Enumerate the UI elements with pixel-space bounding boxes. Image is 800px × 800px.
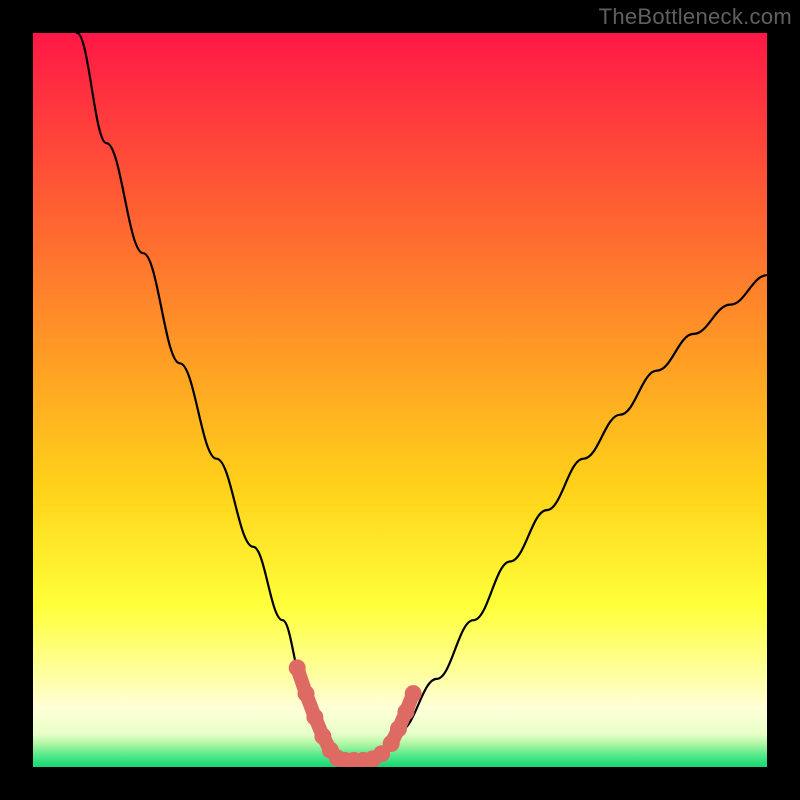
marker-dot	[289, 659, 306, 676]
marker-dot	[306, 709, 323, 726]
plot-area	[33, 33, 767, 767]
gradient-background	[33, 33, 767, 767]
watermark-text: TheBottleneck.com	[599, 4, 792, 30]
marker-dot	[383, 735, 400, 752]
marker-dot	[298, 685, 315, 702]
marker-dot	[397, 704, 414, 721]
chart-frame: TheBottleneck.com	[0, 0, 800, 800]
marker-dot	[405, 685, 422, 702]
marker-dot	[390, 720, 407, 737]
chart-svg	[33, 33, 767, 767]
